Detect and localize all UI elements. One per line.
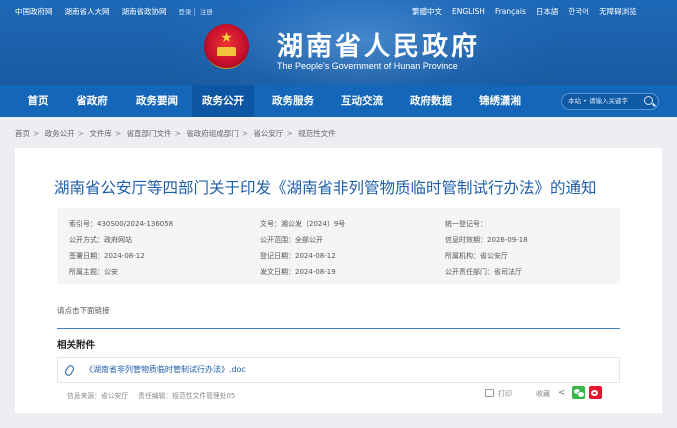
meta-responsible-dept: 公开责任部门：省司法厅 [445, 268, 522, 276]
nav-province-gov[interactable]: 省政府 [66, 85, 118, 117]
favorite-button[interactable]: 收藏 [536, 389, 550, 399]
site-subtitle: The People's Government of Hunan Provinc… [277, 61, 458, 71]
nav-home[interactable]: 首页 [17, 85, 59, 117]
nav-news[interactable]: 政务要闻 [126, 85, 188, 117]
top-link-cppcc[interactable]: 湖南省政协网 [122, 7, 167, 16]
site-header: 中国政府网 湖南省人大网 湖南省政协网 登录 | 注册 繁體中文 ENGLISH França… [0, 0, 677, 85]
crumb-dept-files[interactable]: 省直部门文件 [127, 129, 172, 138]
site-title: 湖南省人民政府 [277, 32, 481, 62]
attachment-item: 《湖南省非列管物质临时管制试行办法》.doc [57, 357, 620, 383]
lang-korean[interactable]: 한국어 [568, 7, 589, 16]
info-source: 信息来源：省公安厅 [67, 392, 129, 400]
lang-japanese[interactable]: 日本語 [536, 7, 559, 16]
nav-interaction[interactable]: 互动交流 [331, 85, 393, 117]
meta-agency: 所属机构：省公安厅 [445, 252, 508, 260]
top-links: 中国政府网 湖南省人大网 湖南省政协网 登录 | 注册 [15, 6, 215, 17]
crumb-open-gov[interactable]: 政务公开 [45, 129, 75, 138]
national-emblem-icon: ★ [204, 24, 249, 69]
meta-doc-number: 文号：湘公发〔2024〕9号 [260, 220, 346, 228]
meta-topic: 所属主题：公安 [69, 268, 118, 276]
share-icon[interactable]: < [558, 388, 566, 398]
article-title: 湖南省公安厅等四部门关于印发《湖南省非列管物质临时管制试行办法》的通知 [54, 179, 597, 197]
lang-traditional[interactable]: 繁體中文 [412, 7, 442, 16]
attachment-link[interactable]: 《湖南省非列管物质临时管制试行办法》.doc [85, 358, 246, 382]
nav-services[interactable]: 政务服务 [262, 85, 324, 117]
meta-index: 索引号：430S00/2024-136058 [69, 220, 174, 228]
attachments-heading: 相关附件 [57, 340, 96, 351]
print-button[interactable]: 打印 [485, 389, 512, 399]
section-divider [57, 328, 620, 329]
paperclip-icon [63, 363, 76, 378]
crumb-dept[interactable]: 省政府组成部门 [186, 129, 239, 138]
meta-valid-until: 信息时效期：2026-09-18 [445, 236, 528, 244]
notice-text: 请点击下面链接 [57, 306, 110, 315]
lang-french[interactable]: Français [495, 7, 526, 16]
main-nav: 首页 省政府 政务要闻 政务公开 政务服务 互动交流 政府数据 锦绣潇湘 本站 … [0, 85, 677, 117]
search-placeholder: 本站 • 请输入关键字 [568, 97, 628, 105]
meta-publish-method: 公开方式：政府网站 [69, 236, 132, 244]
meta-sign-date: 签署日期：2024-08-12 [69, 252, 145, 260]
nav-gov-data[interactable]: 政府数据 [400, 85, 462, 117]
print-label: 打印 [498, 390, 512, 398]
register-link[interactable]: 注册 [200, 8, 213, 16]
crumb-home[interactable]: 首页 [15, 129, 30, 138]
crumb-police[interactable]: 省公安厅 [253, 129, 283, 138]
account-separator: | [193, 7, 197, 16]
wechat-icon[interactable] [572, 386, 585, 399]
article-meta: 索引号：430S00/2024-136058 文号：湘公发〔2024〕9号 统一… [57, 208, 620, 284]
top-link-npc[interactable]: 湖南省人大网 [65, 7, 110, 16]
printer-icon [485, 389, 494, 397]
search-input[interactable]: 本站 • 请输入关键字 [561, 93, 659, 110]
weibo-icon[interactable] [589, 386, 602, 399]
crumb-library[interactable]: 文件库 [89, 129, 112, 138]
search-icon[interactable] [644, 96, 653, 105]
article-card: 湖南省公安厅等四部门关于印发《湖南省非列管物质临时管制试行办法》的通知 索引号：… [15, 148, 662, 413]
crumb-normative[interactable]: 规范性文件 [298, 129, 336, 138]
lang-english[interactable]: ENGLISH [452, 7, 485, 16]
article-footer: 信息来源：省公安厅 责任编辑：规范性文件管理处05 打印 收藏 < [57, 386, 620, 406]
language-links: 繁體中文 ENGLISH Français 日本語 한국어 无障碍浏览 [412, 6, 647, 17]
top-link-gov[interactable]: 中国政府网 [15, 7, 53, 16]
meta-register-date: 登记日期：2024-08-12 [260, 252, 336, 260]
nav-open-gov[interactable]: 政务公开 [192, 85, 254, 117]
login-link[interactable]: 登录 [179, 8, 192, 16]
breadcrumb: 首页 > 政务公开 > 文件库 > 省直部门文件 > 省政府组成部门 > 省公安厅 > 规范… [15, 129, 336, 138]
meta-publish-scope: 公开范围：全部公开 [260, 236, 323, 244]
meta-issue-date: 发文日期：2024-08-19 [260, 268, 336, 276]
responsible-editor: 责任编辑：规范性文件管理处05 [138, 392, 236, 400]
accessibility-link[interactable]: 无障碍浏览 [599, 7, 637, 16]
nav-hunan-scenery[interactable]: 锦绣潇湘 [469, 85, 531, 117]
meta-registration-number: 统一登记号： [445, 220, 487, 228]
